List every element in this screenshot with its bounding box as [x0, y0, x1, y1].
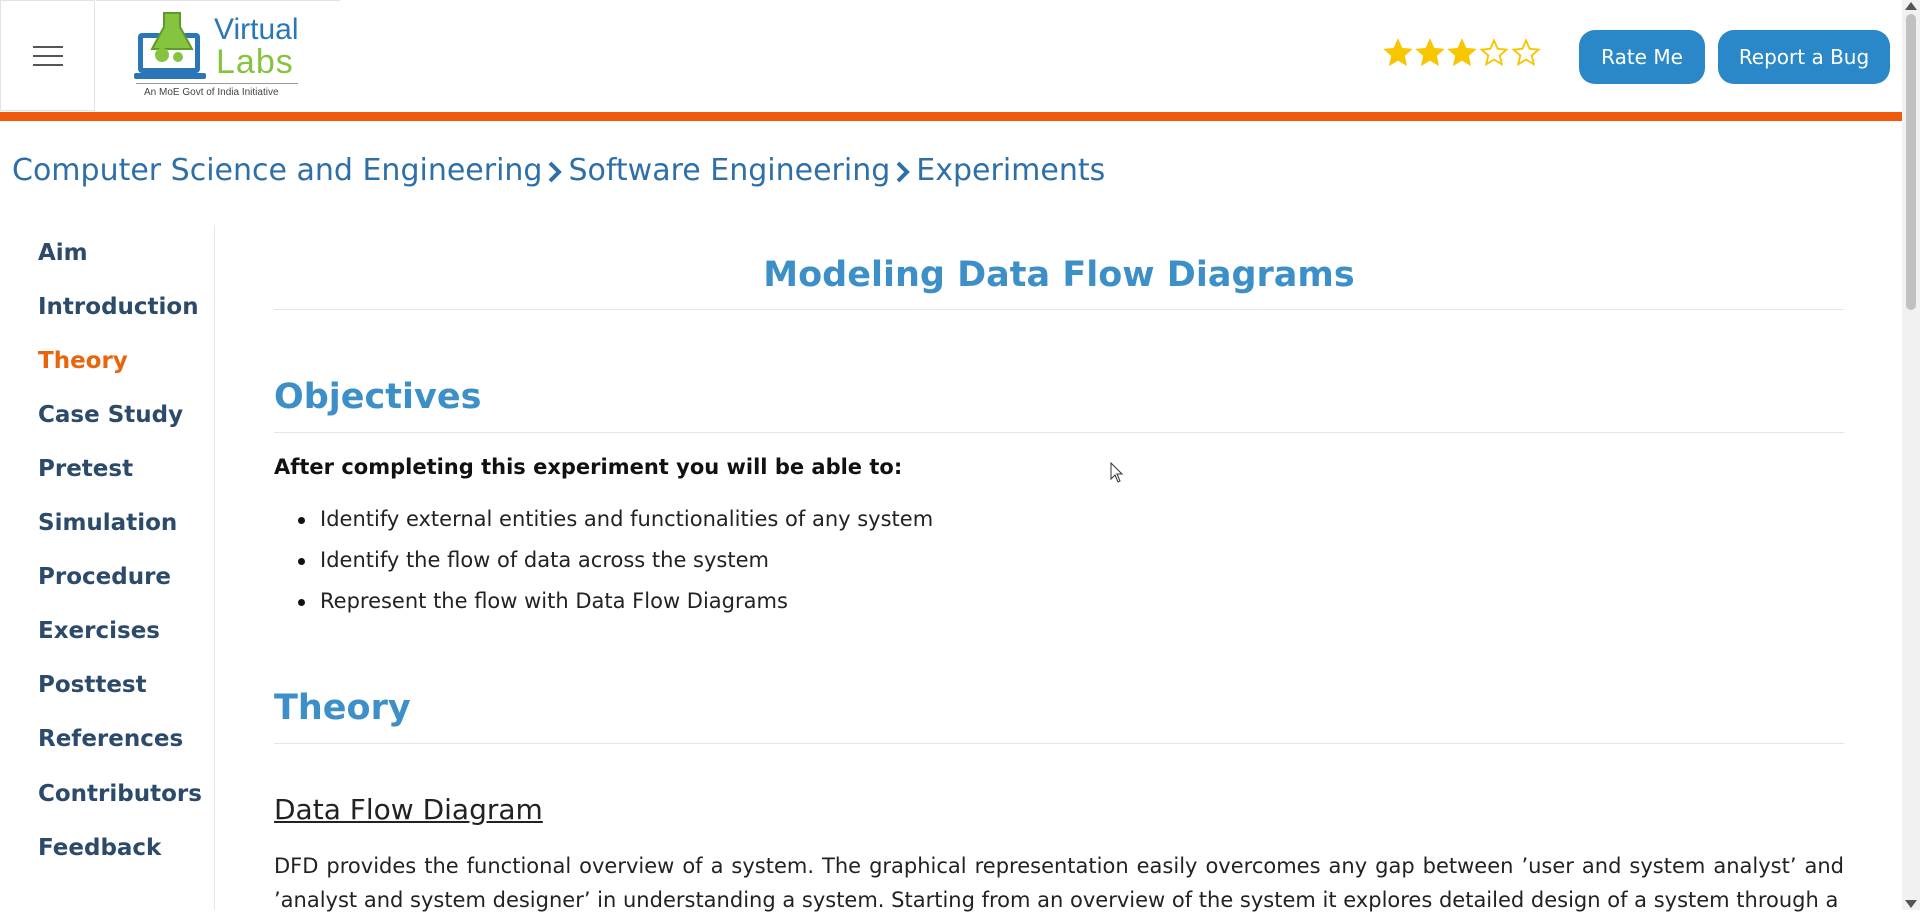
laptop-flask-icon [134, 12, 206, 79]
sidebar-item-procedure[interactable]: Procedure [38, 564, 171, 590]
chevron-right-icon [890, 153, 916, 188]
title-divider [274, 309, 1844, 310]
logo-tagline: An MoE Govt of India Initiative [144, 87, 279, 98]
sidebar-item-simulation[interactable]: Simulation [38, 510, 177, 536]
rating-stars[interactable] [1383, 38, 1541, 68]
theory-heading: Theory [274, 688, 411, 728]
sidebar-item-case-study[interactable]: Case Study [38, 402, 183, 428]
menu-toggle-button[interactable] [0, 0, 95, 111]
scroll-thumb[interactable] [1906, 14, 1916, 310]
hamburger-icon [32, 39, 63, 73]
report-bug-button[interactable]: Report a Bug [1718, 30, 1890, 84]
site-header: Virtual Labs An MoE Govt of India Initia… [0, 0, 1902, 112]
scroll-down-arrow-icon[interactable] [1905, 900, 1917, 908]
sidebar-item-references[interactable]: References [38, 726, 183, 752]
sidebar-item-pretest[interactable]: Pretest [38, 456, 133, 482]
list-item: Represent the flow with Data Flow Diagra… [297, 589, 933, 630]
breadcrumb-item-experiments[interactable]: Experiments [916, 153, 1105, 188]
objectives-lead: After completing this experiment you wil… [274, 455, 903, 479]
sidebar-item-feedback[interactable]: Feedback [38, 835, 161, 861]
sidebar-item-posttest[interactable]: Posttest [38, 672, 147, 698]
dfd-subheading: Data Flow Diagram [274, 793, 543, 826]
virtual-labs-logo[interactable]: Virtual Labs An MoE Govt of India Initia… [96, 0, 340, 111]
mouse-pointer-icon [1110, 462, 1124, 483]
breadcrumb: Computer Science and Engineering Softwar… [12, 153, 1105, 188]
sidebar-item-exercises[interactable]: Exercises [38, 618, 160, 644]
chevron-right-icon [542, 153, 568, 188]
star-filled-icon[interactable] [1447, 38, 1477, 68]
sidebar-item-aim[interactable]: Aim [38, 240, 88, 266]
logo-divider [136, 83, 298, 84]
rate-me-button[interactable]: Rate Me [1579, 30, 1705, 84]
experiment-sidebar: Aim Introduction Theory Case Study Prete… [0, 225, 215, 910]
breadcrumb-item-cse[interactable]: Computer Science and Engineering [12, 153, 542, 188]
objectives-heading: Objectives [274, 377, 482, 417]
sidebar-item-contributors[interactable]: Contributors [38, 781, 202, 807]
breadcrumb-item-software-engineering[interactable]: Software Engineering [568, 153, 890, 188]
dfd-paragraph: DFD provides the functional overview of … [274, 854, 1844, 912]
page-scrollbar[interactable] [1902, 0, 1920, 910]
logo-text-virtual: Virtual [214, 13, 299, 46]
star-empty-icon[interactable] [1511, 38, 1541, 68]
sidebar-item-introduction[interactable]: Introduction [38, 294, 199, 320]
star-empty-icon[interactable] [1479, 38, 1509, 68]
theory-divider [274, 743, 1844, 744]
objectives-list: Identify external entities and functiona… [297, 507, 933, 630]
header-accent-bar [0, 112, 1902, 121]
list-item: Identify external entities and functiona… [297, 507, 933, 548]
page-title: Modeling Data Flow Diagrams [763, 255, 1355, 295]
sidebar-item-theory[interactable]: Theory [38, 348, 128, 374]
scroll-up-arrow-icon[interactable] [1905, 2, 1917, 10]
logo-text-labs: Labs [216, 43, 294, 81]
star-filled-icon[interactable] [1383, 38, 1413, 68]
list-item: Identify the flow of data across the sys… [297, 548, 933, 589]
star-filled-icon[interactable] [1415, 38, 1445, 68]
objectives-divider [274, 432, 1844, 433]
